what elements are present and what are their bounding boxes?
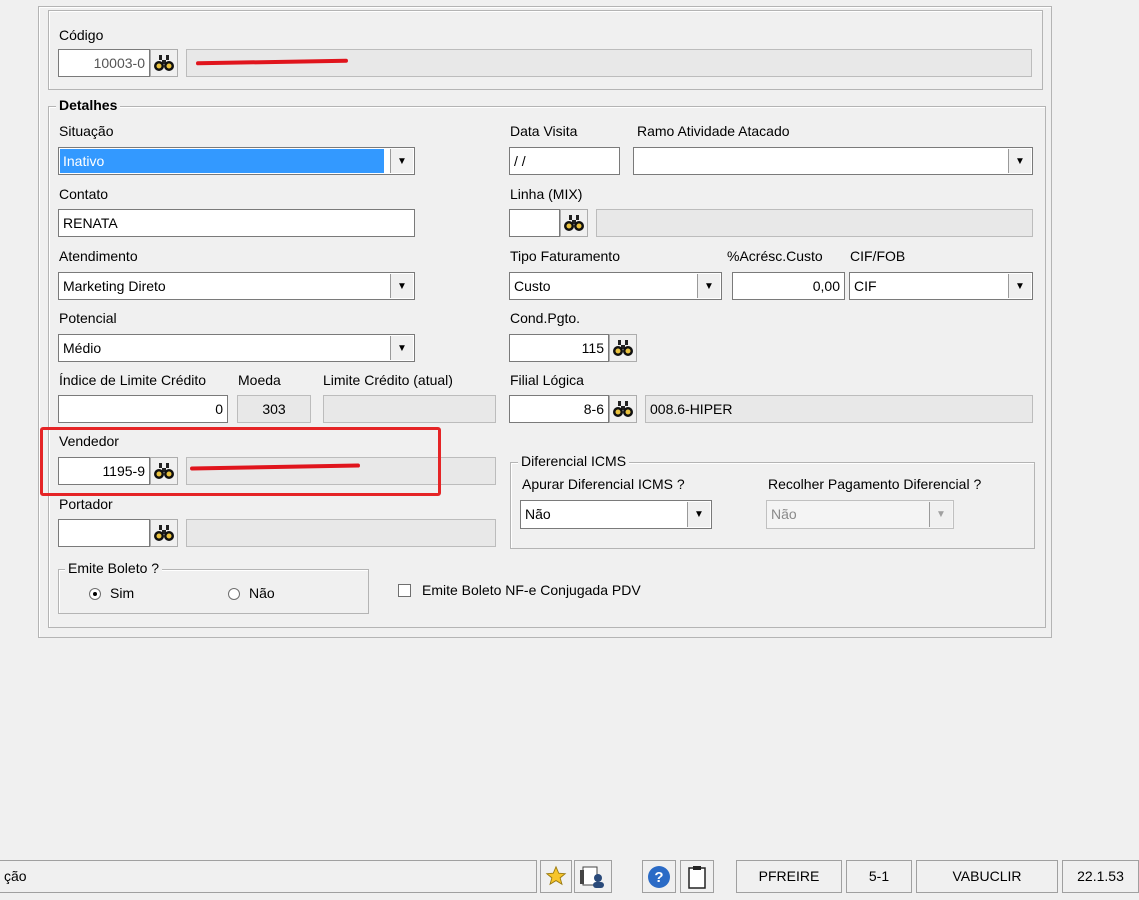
emite-boleto-nfe-label[interactable]: Emite Boleto NF-e Conjugada PDV xyxy=(422,582,641,598)
diferencial-icms-legend: Diferencial ICMS xyxy=(518,453,630,469)
codigo-search-button[interactable] xyxy=(150,49,178,77)
help-button[interactable]: ? xyxy=(642,860,676,893)
recolher-pagamento-label: Recolher Pagamento Diferencial ? xyxy=(768,476,982,492)
limite-credito-input xyxy=(323,395,496,423)
indice-limite-label: Índice de Limite Crédito xyxy=(59,372,207,388)
clipboard-icon xyxy=(688,866,706,889)
potencial-label: Potencial xyxy=(59,310,117,326)
binoculars-icon xyxy=(613,400,633,418)
emite-boleto-nfe-checkbox[interactable] xyxy=(398,584,411,597)
potencial-select[interactable]: Médio ▼ xyxy=(58,334,415,362)
status-user: PFREIRE xyxy=(736,860,842,893)
detalhes-legend: Detalhes xyxy=(56,97,121,113)
ramo-atividade-select[interactable]: ▼ xyxy=(633,147,1033,175)
detalhes-group xyxy=(48,106,1046,628)
moeda-label: Moeda xyxy=(238,372,281,388)
status-message: ção xyxy=(0,860,537,893)
emite-boleto-nao-radio[interactable] xyxy=(228,588,240,600)
data-visita-label: Data Visita xyxy=(510,123,578,139)
apurar-icms-label: Apurar Diferencial ICMS ? xyxy=(522,476,685,492)
emite-boleto-sim-radio[interactable] xyxy=(89,588,101,600)
chevron-down-icon[interactable]: ▼ xyxy=(390,149,413,173)
codigo-input[interactable]: 10003-0 xyxy=(58,49,150,77)
portador-search-button[interactable] xyxy=(150,519,178,547)
cond-pgto-label: Cond.Pgto. xyxy=(510,310,581,326)
potencial-value: Médio xyxy=(63,340,102,356)
linha-mix-search-button[interactable] xyxy=(560,209,588,237)
linha-mix-label: Linha (MIX) xyxy=(510,186,583,202)
chevron-down-icon[interactable]: ▼ xyxy=(1008,149,1031,173)
tipo-faturamento-select[interactable]: Custo ▼ xyxy=(509,272,722,300)
chevron-down-icon[interactable]: ▼ xyxy=(687,502,710,527)
chevron-down-icon[interactable]: ▼ xyxy=(390,274,413,298)
ramo-atividade-label: Ramo Atividade Atacado xyxy=(637,123,790,139)
contato-label: Contato xyxy=(59,186,109,202)
filial-logica-search-button[interactable] xyxy=(609,395,637,423)
favorites-button[interactable] xyxy=(540,860,572,893)
emite-boleto-legend: Emite Boleto ? xyxy=(65,560,163,576)
emite-boleto-sim-label[interactable]: Sim xyxy=(110,585,134,601)
chevron-down-icon: ▼ xyxy=(929,502,952,527)
binoculars-icon xyxy=(154,524,174,542)
atendimento-label: Atendimento xyxy=(59,248,138,264)
cond-pgto-search-button[interactable] xyxy=(609,334,637,362)
emite-boleto-nao-label[interactable]: Não xyxy=(249,585,275,601)
acresc-custo-input[interactable]: 0,00 xyxy=(732,272,845,300)
indice-limite-input[interactable]: 0 xyxy=(58,395,228,423)
cond-pgto-input[interactable]: 115 xyxy=(509,334,609,362)
situacao-label: Situação xyxy=(59,123,114,139)
portador-input[interactable] xyxy=(58,519,150,547)
binoculars-icon xyxy=(613,339,633,357)
portador-label: Portador xyxy=(59,496,113,512)
situacao-select[interactable]: Inativo ▼ xyxy=(58,147,415,175)
situacao-value: Inativo xyxy=(60,149,384,173)
linha-mix-description xyxy=(596,209,1033,237)
filial-logica-input[interactable]: 8-6 xyxy=(509,395,609,423)
status-message-text: ção xyxy=(4,868,27,884)
binoculars-icon xyxy=(564,214,584,232)
user-info-button[interactable] xyxy=(574,860,612,893)
portador-description xyxy=(186,519,496,547)
help-icon: ? xyxy=(648,866,670,888)
atendimento-select[interactable]: Marketing Direto ▼ xyxy=(58,272,415,300)
filial-logica-label: Filial Lógica xyxy=(510,372,584,388)
chevron-down-icon[interactable]: ▼ xyxy=(390,336,413,360)
cif-fob-select[interactable]: CIF ▼ xyxy=(849,272,1033,300)
tipo-faturamento-label: Tipo Faturamento xyxy=(510,248,620,264)
apurar-icms-select[interactable]: Não ▼ xyxy=(520,500,712,529)
recolher-pagamento-select: Não ▼ xyxy=(766,500,954,529)
star-icon xyxy=(545,865,567,886)
apurar-icms-value: Não xyxy=(525,506,551,522)
acresc-custo-label: %Acrésc.Custo xyxy=(727,248,823,264)
status-host: VABUCLIR xyxy=(916,860,1058,893)
data-visita-input[interactable]: / / xyxy=(509,147,620,175)
codigo-label: Código xyxy=(59,27,104,43)
cif-fob-value: CIF xyxy=(854,278,877,294)
status-version: 22.1.53 xyxy=(1062,860,1139,893)
moeda-input: 303 xyxy=(237,395,311,423)
recolher-pagamento-value: Não xyxy=(771,506,797,522)
linha-mix-input[interactable] xyxy=(509,209,560,237)
limite-credito-label: Limite Crédito (atual) xyxy=(323,372,453,388)
cif-fob-label: CIF/FOB xyxy=(850,248,906,264)
filial-logica-description: 008.6-HIPER xyxy=(645,395,1033,423)
vendedor-highlight-box xyxy=(40,427,441,496)
tipo-faturamento-value: Custo xyxy=(514,278,551,294)
svg-text:?: ? xyxy=(654,869,663,886)
status-code: 5-1 xyxy=(846,860,912,893)
contato-input[interactable]: RENATA xyxy=(58,209,415,237)
chevron-down-icon[interactable]: ▼ xyxy=(697,274,720,298)
binoculars-icon xyxy=(154,54,174,72)
chevron-down-icon[interactable]: ▼ xyxy=(1008,274,1031,298)
clipboard-button[interactable] xyxy=(680,860,714,893)
atendimento-value: Marketing Direto xyxy=(63,278,166,294)
user-document-icon xyxy=(580,866,604,888)
